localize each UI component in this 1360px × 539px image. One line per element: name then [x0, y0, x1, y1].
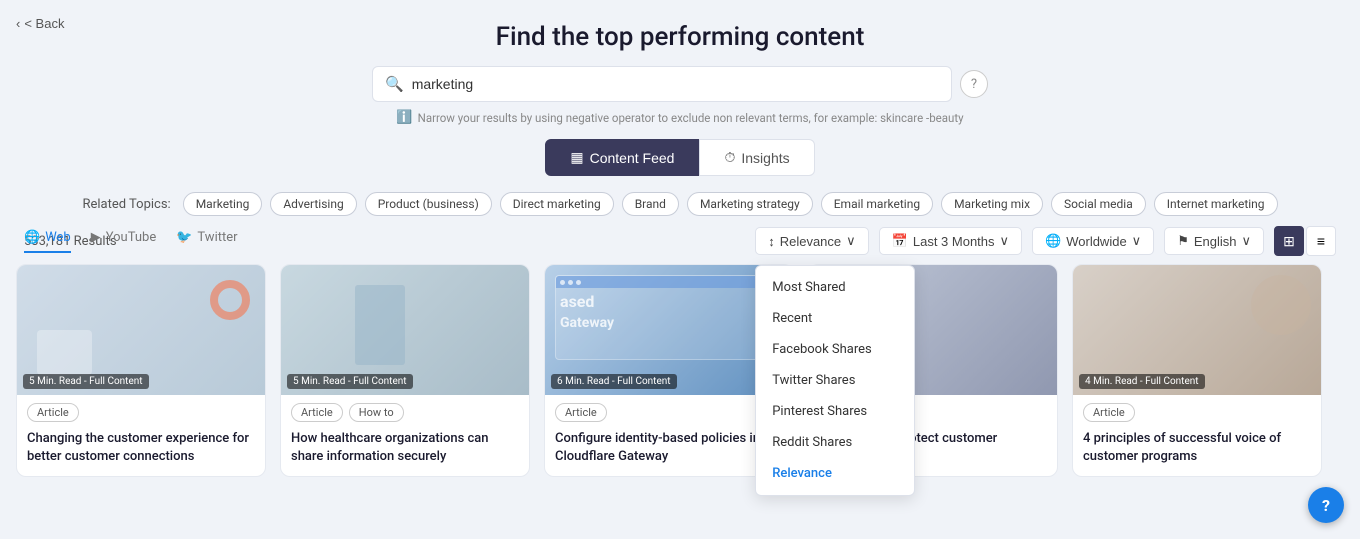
view-toggle: ⊞ ≡ [1274, 226, 1336, 256]
relevance-filter-button[interactable]: ↕ Relevance ∨ [755, 227, 868, 255]
card-tag[interactable]: How to [349, 403, 404, 422]
dropdown-twitter-shares[interactable]: Twitter Shares [756, 365, 914, 396]
related-topics: Related Topics: Marketing Advertising Pr… [0, 192, 1360, 216]
web-globe-icon: 🌐 [24, 230, 40, 245]
card-tags: Article [17, 395, 265, 426]
date-filter-button[interactable]: 📅 Last 3 Months ∨ [879, 227, 1022, 255]
insights-icon: ⏱ [724, 149, 735, 166]
back-icon: ‹ [16, 16, 20, 31]
content-card[interactable]: 4 Min. Read - Full Content Article 4 pri… [1072, 264, 1322, 477]
source-tabs: 🌐 Web ▶ YouTube 🐦 Twitter [24, 230, 238, 253]
help-button[interactable]: ? [960, 70, 988, 98]
calendar-icon: 📅 [892, 233, 908, 249]
card-image: 5 Min. Read - Full Content [17, 265, 265, 395]
source-tab-web[interactable]: 🌐 Web [24, 230, 71, 253]
source-tab-youtube[interactable]: ▶ YouTube [91, 230, 157, 253]
topic-chip[interactable]: Marketing mix [941, 192, 1043, 216]
info-icon: ℹ️ [396, 110, 412, 125]
topic-chip[interactable]: Advertising [270, 192, 356, 216]
related-topics-label: Related Topics: [82, 197, 170, 212]
topic-chip[interactable]: Internet marketing [1154, 192, 1278, 216]
relevance-label: Relevance [780, 234, 841, 249]
list-icon: ≡ [1317, 233, 1325, 249]
card-title: 4 principles of successful voice of cust… [1073, 426, 1321, 476]
relevance-dropdown: Most Shared Recent Facebook Shares Twitt… [755, 265, 915, 496]
topic-chip[interactable]: Email marketing [821, 192, 933, 216]
language-label: English [1194, 234, 1237, 249]
flag-icon: ⚑ [1177, 233, 1189, 249]
search-hint: ℹ️ Narrow your results by using negative… [0, 110, 1360, 125]
topic-chip[interactable]: Social media [1051, 192, 1146, 216]
search-input[interactable] [412, 76, 939, 92]
twitter-icon: 🐦 [176, 230, 192, 245]
relevance-arrow-icon: ↕ [768, 234, 775, 249]
date-label: Last 3 Months [913, 234, 995, 249]
content-feed-icon: ▦ [570, 149, 583, 166]
card-tags: Article How to [281, 395, 529, 426]
card-tag[interactable]: Article [291, 403, 343, 422]
back-button[interactable]: ‹ < Back [16, 16, 64, 31]
read-time-badge: 6 Min. Read - Full Content [551, 374, 677, 389]
cards-row: 5 Min. Read - Full Content Article Chang… [0, 264, 1360, 477]
dropdown-most-shared[interactable]: Most Shared [756, 272, 914, 303]
chevron-down-icon: ∨ [1132, 233, 1142, 249]
globe-icon: 🌐 [1045, 233, 1061, 249]
source-tab-twitter[interactable]: 🐦 Twitter [176, 230, 237, 253]
youtube-icon: ▶ [91, 230, 101, 245]
topic-chip[interactable]: Product (business) [365, 192, 492, 216]
chevron-down-icon: ∨ [1241, 233, 1251, 249]
topic-chip[interactable]: Marketing [183, 192, 263, 216]
dropdown-pinterest-shares[interactable]: Pinterest Shares [756, 396, 914, 427]
card-title: Changing the customer experience for bet… [17, 426, 265, 476]
topic-chip[interactable]: Marketing strategy [687, 192, 813, 216]
card-tag[interactable]: Article [555, 403, 607, 422]
location-label: Worldwide [1066, 234, 1126, 249]
list-view-button[interactable]: ≡ [1306, 226, 1336, 256]
grid-view-button[interactable]: ⊞ [1274, 226, 1304, 256]
chevron-down-icon: ∨ [1000, 233, 1010, 249]
main-tabs: ▦ Content Feed ⏱ Insights [0, 139, 1360, 176]
card-tags: Article [1073, 395, 1321, 426]
dropdown-relevance[interactable]: Relevance [756, 458, 914, 489]
topic-chip[interactable]: Brand [622, 192, 679, 216]
search-container: 🔍 ? [0, 66, 1360, 102]
content-card[interactable]: 5 Min. Read - Full Content Article How t… [280, 264, 530, 477]
card-image: 5 Min. Read - Full Content [281, 265, 529, 395]
card-tag[interactable]: Article [1083, 403, 1135, 422]
search-icon: 🔍 [385, 75, 404, 93]
language-filter-button[interactable]: ⚑ English ∨ [1164, 227, 1264, 255]
read-time-badge: 4 Min. Read - Full Content [1079, 374, 1205, 389]
dropdown-reddit-shares[interactable]: Reddit Shares [756, 427, 914, 458]
card-image: 4 Min. Read - Full Content [1073, 265, 1321, 395]
content-card[interactable]: 5 Min. Read - Full Content Article Chang… [16, 264, 266, 477]
read-time-badge: 5 Min. Read - Full Content [23, 374, 149, 389]
chevron-down-icon: ∨ [846, 233, 856, 249]
relevance-filter-wrapper: ↕ Relevance ∨ Most Shared Recent Faceboo… [755, 227, 868, 255]
help-icon: ? [971, 77, 977, 92]
filter-bar: 🌐 Web ▶ YouTube 🐦 Twitter 533,181 Result… [0, 216, 1360, 264]
back-label: < Back [24, 16, 64, 31]
dropdown-recent[interactable]: Recent [756, 303, 914, 334]
location-filter-button[interactable]: 🌐 Worldwide ∨ [1032, 227, 1154, 255]
dropdown-facebook-shares[interactable]: Facebook Shares [756, 334, 914, 365]
read-time-badge: 5 Min. Read - Full Content [287, 374, 413, 389]
search-box: 🔍 [372, 66, 952, 102]
help-bubble[interactable]: ? [1308, 487, 1344, 523]
tab-content-feed[interactable]: ▦ Content Feed [545, 139, 699, 176]
topic-chip[interactable]: Direct marketing [500, 192, 614, 216]
card-title: How healthcare organizations can share i… [281, 426, 529, 476]
card-tag[interactable]: Article [27, 403, 79, 422]
grid-icon: ⊞ [1283, 233, 1295, 250]
tab-insights[interactable]: ⏱ Insights [699, 139, 814, 176]
page-title: Find the top performing content [0, 0, 1360, 52]
